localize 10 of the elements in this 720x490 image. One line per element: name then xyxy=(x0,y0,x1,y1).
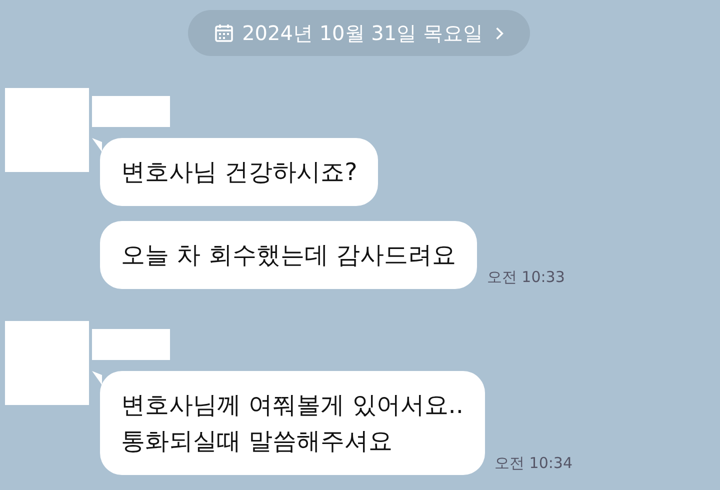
message-time: 오전 10:34 xyxy=(494,454,573,473)
calendar-icon xyxy=(214,23,234,43)
date-divider[interactable]: 2024년 10월 31일 목요일 xyxy=(188,10,530,56)
chevron-icon xyxy=(494,26,504,40)
message-bubble: 변호사님께 여쭤볼게 있어서요.. 통화되실때 말씀해주셔요 xyxy=(100,371,485,475)
message-bubble: 오늘 차 회수했는데 감사드려요 xyxy=(100,221,477,289)
message-bubble: 변호사님 건강하시죠? xyxy=(100,138,378,206)
message-time: 오전 10:33 xyxy=(486,268,565,287)
avatar[interactable] xyxy=(5,321,89,405)
avatar[interactable] xyxy=(5,88,89,172)
